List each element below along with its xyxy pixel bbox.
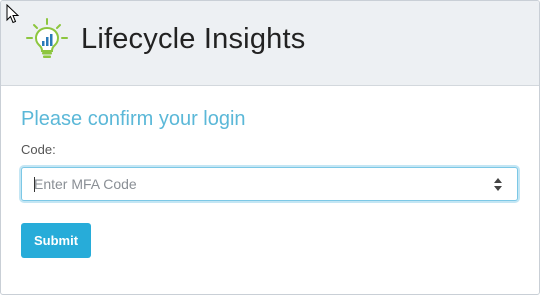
number-spinner[interactable] <box>494 178 503 191</box>
lightbulb-chart-icon <box>23 17 71 65</box>
login-panel: Lifecycle Insights Please confirm your l… <box>0 0 540 295</box>
mouse-cursor-icon <box>6 3 20 24</box>
mfa-code-input[interactable] <box>22 168 482 200</box>
spin-down-icon[interactable] <box>494 186 502 191</box>
panel-body: Please confirm your login Code: Submit <box>1 86 539 294</box>
app-title: Lifecycle Insights <box>81 23 306 55</box>
mfa-code-field <box>21 167 518 201</box>
spin-up-icon[interactable] <box>494 178 502 183</box>
text-caret <box>34 177 35 192</box>
code-label: Code: <box>21 142 56 157</box>
panel-header: Lifecycle Insights <box>1 1 539 86</box>
confirm-login-heading: Please confirm your login <box>21 108 246 130</box>
submit-button[interactable]: Submit <box>21 223 91 258</box>
